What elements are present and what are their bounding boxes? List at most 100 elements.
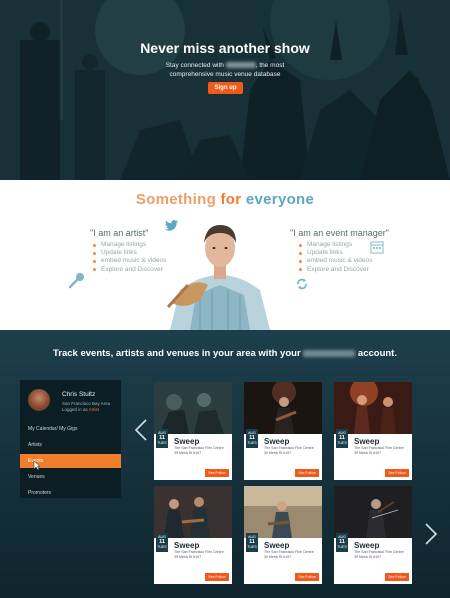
event-weekday: TUES: [247, 441, 257, 446]
event-venue: The San Francisco Film Centre: [264, 446, 314, 450]
follow-button[interactable]: See Follow: [385, 469, 409, 477]
follow-button[interactable]: See Follow: [205, 469, 229, 477]
hero-section: Never miss another show Stay connected w…: [0, 0, 450, 180]
event-title[interactable]: Sweep: [174, 437, 199, 446]
event-venue-info: The San Francisco Film Centre 39 Mesa St …: [174, 446, 229, 455]
list-item: Manage listings: [298, 241, 372, 249]
event-date-badge: AUG 11 TUES: [336, 429, 348, 448]
microphone-icon: [68, 273, 84, 289]
event-weekday: TUES: [337, 441, 347, 446]
list-item: Update links: [92, 249, 166, 257]
hero-subtitle-part1: Stay connected with: [165, 62, 224, 69]
sidebar-item-artists[interactable]: Artists: [20, 438, 121, 452]
event-weekday: TUES: [247, 545, 257, 550]
calendar-icon: [370, 241, 384, 254]
user-location: San Francisco Bay Area Logged in as Arti…: [62, 401, 110, 413]
event-card[interactable]: AUG 11 TUES Sweep The San Francisco Film C…: [334, 486, 412, 584]
event-card[interactable]: AUG 11 TUES Sweep The San Francisco Film C…: [244, 486, 322, 584]
event-date-badge: AUG 11 TUES: [246, 429, 258, 448]
event-title[interactable]: Sweep: [354, 541, 379, 550]
user-name: Chris Stultz: [62, 391, 96, 398]
event-manager-feature-list: Manage listings Update links embed music…: [298, 241, 372, 274]
event-photo: [244, 382, 322, 434]
event-card[interactable]: AUG 11 TUES Sweep The San Francisco Film C…: [154, 486, 232, 584]
event-month: AUG: [248, 535, 256, 539]
track-title-end: account.: [357, 348, 397, 359]
event-date-badge: AUG 11 TUES: [156, 429, 168, 448]
user-role: Artist: [88, 407, 100, 412]
event-address: 39 Mesa St #107: [264, 450, 292, 455]
list-item: embed music & videos: [92, 257, 166, 265]
event-manager-column-title: "I am an event manager": [290, 228, 389, 238]
hero-subtitle-part2: comprehensive music venue database: [169, 70, 281, 78]
event-venue: The San Francisco Film Centre: [174, 446, 224, 450]
sidebar-item-promoters[interactable]: Promoters: [20, 486, 121, 500]
carousel-pagination: [0, 590, 450, 598]
event-date-badge: AUG 11 TUES: [156, 533, 168, 552]
event-venue: The San Francisco Film Centre: [174, 550, 224, 554]
follow-button[interactable]: See Follow: [385, 573, 409, 581]
landing-page: Never miss another show Stay connected w…: [0, 0, 450, 598]
event-venue: The San Francisco Film Centre: [264, 550, 314, 554]
artist-column-title: "I am an artist": [90, 228, 149, 238]
event-card[interactable]: AUG 11 TUES Sweep The San Francisco Film C…: [244, 382, 322, 480]
list-item: Explore and Discover: [298, 266, 372, 274]
event-address: 39 Mesa St #107: [354, 554, 382, 559]
avatar: [28, 389, 50, 411]
user-location-text: San Francisco Bay Area: [62, 401, 111, 406]
logged-in-prefix: Logged in as: [62, 407, 88, 412]
event-photo: [334, 486, 412, 538]
hero-subtitle-part1-end: , the most: [255, 62, 285, 69]
follow-button[interactable]: See Follow: [295, 469, 319, 477]
event-card[interactable]: AUG 11 TUES Sweep The San Francisco Film C…: [154, 382, 232, 480]
artist-feature-list: Manage listings Update links embed music…: [92, 241, 166, 274]
hero-title: Never miss another show: [140, 40, 310, 56]
event-weekday: TUES: [157, 545, 167, 550]
blurred-brand-name: [225, 62, 256, 69]
event-address: 39 Mesa St #107: [264, 554, 292, 559]
event-photo: [154, 486, 232, 538]
features-section: Something for everyone "I am an artist" …: [0, 180, 450, 330]
event-weekday: TUES: [337, 545, 347, 550]
signup-button[interactable]: Sign up: [208, 82, 243, 94]
chevron-left-icon[interactable]: [134, 418, 148, 442]
features-heading: Something for everyone: [0, 191, 450, 208]
event-venue-info: The San Francisco Film Centre 39 Mesa St …: [264, 550, 319, 559]
event-title[interactable]: Sweep: [264, 541, 289, 550]
event-title[interactable]: Sweep: [354, 437, 379, 446]
sidebar-item-venues[interactable]: Venues: [20, 470, 121, 484]
refresh-icon: [297, 278, 307, 290]
event-month: AUG: [158, 535, 166, 539]
event-venue: The San Francisco Film Centre: [354, 550, 404, 554]
track-title: Track events, artists and venues in your…: [0, 348, 450, 359]
event-title[interactable]: Sweep: [174, 541, 199, 550]
mouse-cursor-icon: [33, 460, 41, 471]
hero-subtitle: Stay connected with , the most comprehen…: [0, 62, 450, 79]
event-card[interactable]: AUG 11 TUES Sweep The San Francisco Film C…: [334, 382, 412, 480]
event-venue: The San Francisco Film Centre: [354, 446, 404, 450]
event-address: 39 Mesa St #107: [174, 450, 202, 455]
event-date-badge: AUG 11 TUES: [246, 533, 258, 552]
follow-button[interactable]: See Follow: [295, 573, 319, 581]
event-venue-info: The San Francisco Film Centre 39 Mesa St …: [174, 550, 229, 559]
event-photo: [154, 382, 232, 434]
event-address: 39 Mesa St #107: [354, 450, 382, 455]
sidebar-item-my-calendar[interactable]: My Calendar/ My Gigs: [20, 422, 121, 436]
event-month: AUG: [248, 431, 256, 435]
event-photo: [244, 486, 322, 538]
event-title[interactable]: Sweep: [264, 437, 289, 446]
list-item: Explore and Discover: [92, 266, 166, 274]
track-title-start: Track events, artists and venues in your…: [53, 348, 301, 359]
list-item: Update links: [298, 249, 372, 257]
featured-artist-image: [166, 225, 270, 330]
event-weekday: TUES: [157, 441, 167, 446]
list-item: embed music & videos: [298, 257, 372, 265]
blurred-brand-name: [303, 349, 356, 357]
follow-button[interactable]: See Follow: [205, 573, 229, 581]
event-month: AUG: [338, 431, 346, 435]
event-month: AUG: [158, 431, 166, 435]
event-venue-info: The San Francisco Film Centre 39 Mesa St …: [354, 446, 409, 455]
features-heading-word3: everyone: [245, 191, 315, 208]
event-date-badge: AUG 11 TUES: [336, 533, 348, 552]
chevron-right-icon[interactable]: [424, 522, 438, 546]
